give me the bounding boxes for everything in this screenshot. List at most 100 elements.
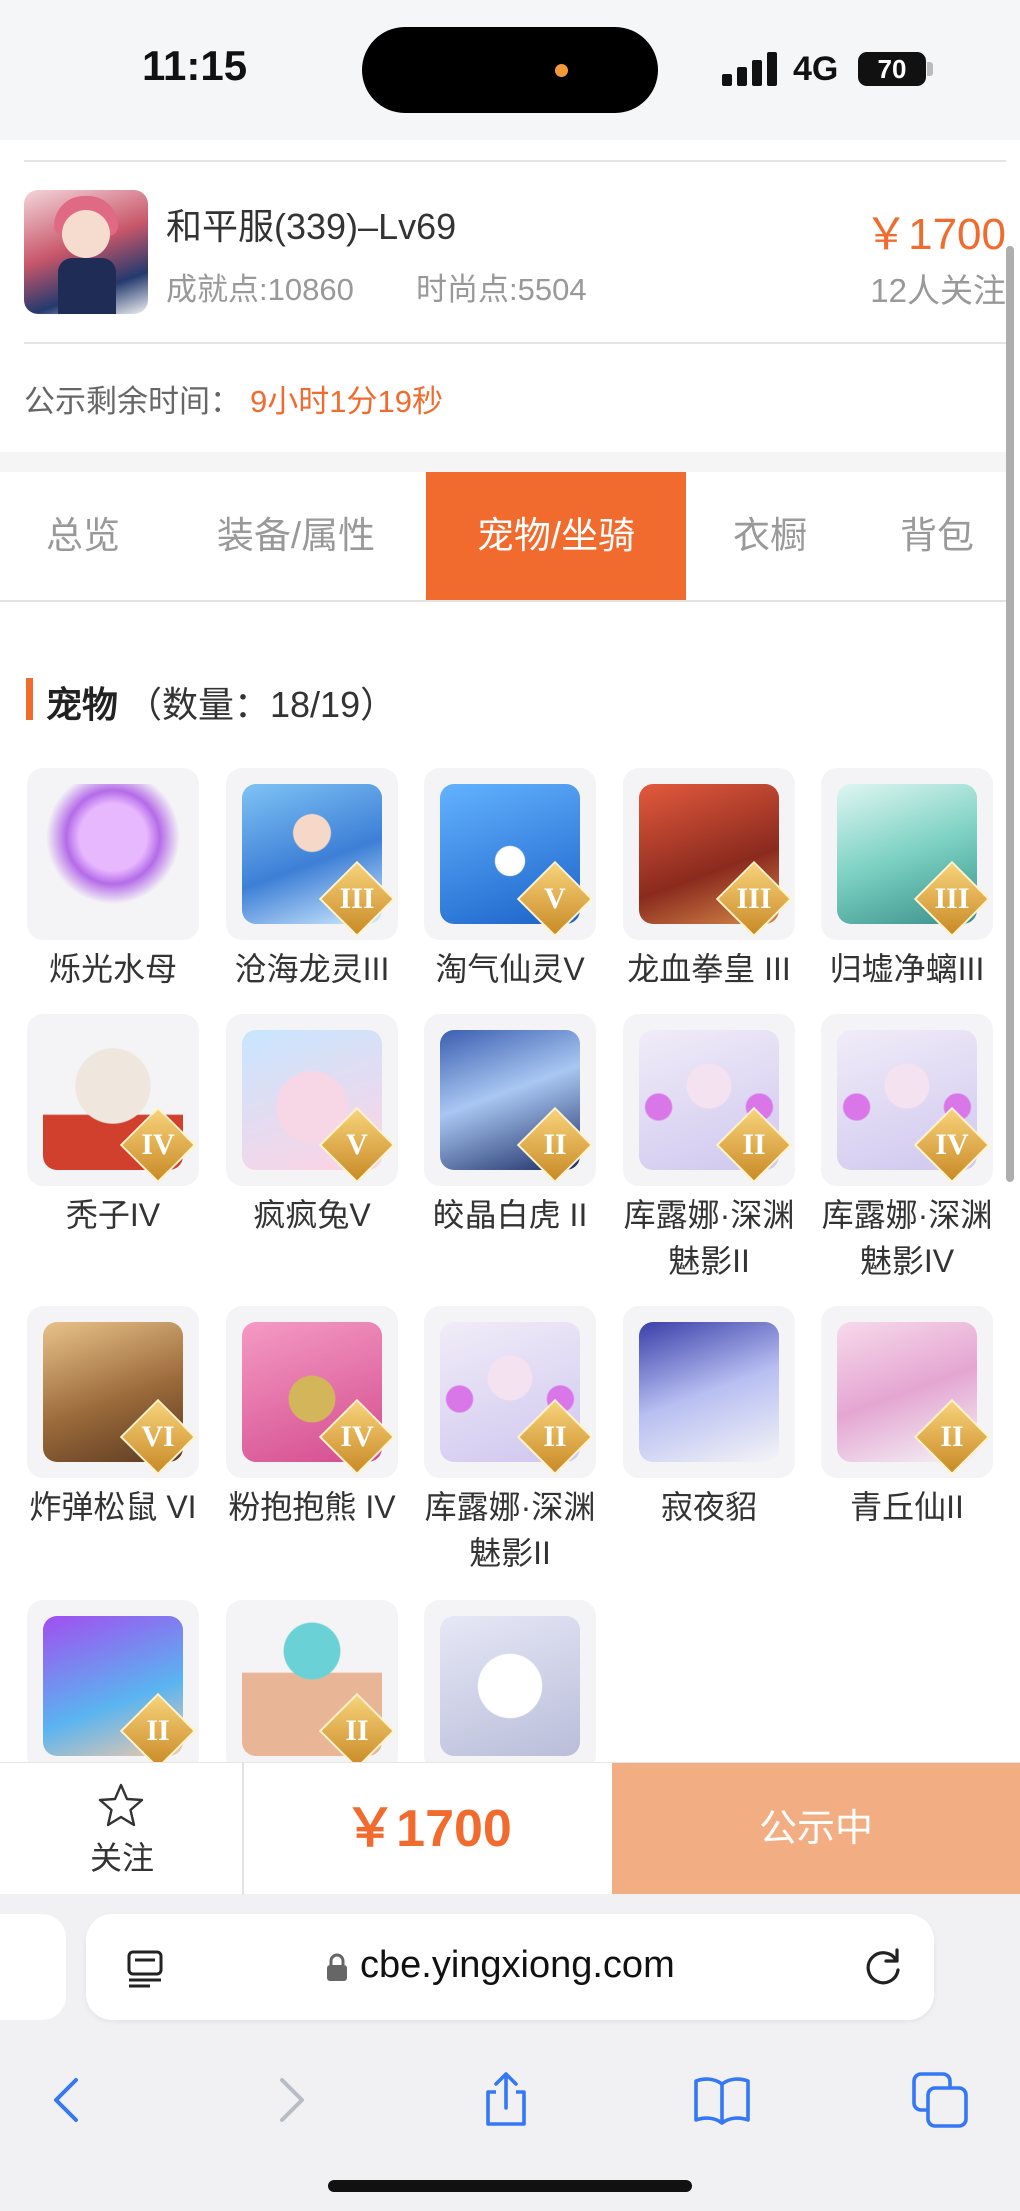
pet-name: 炸弹松鼠 VI <box>29 1489 197 1525</box>
pet-icon: II <box>821 1306 993 1478</box>
pet-name: 库露娜·深渊魅影II <box>623 1197 795 1279</box>
pet-artwork <box>440 1616 580 1756</box>
grade-label: IV <box>935 1128 969 1161</box>
pet-name: 沧海龙灵III <box>234 951 390 987</box>
grade-label: III <box>339 882 375 915</box>
tab-equipment[interactable]: 装备/属性 <box>166 472 426 600</box>
tabs-icon[interactable] <box>910 2070 970 2130</box>
battery-cap <box>927 62 933 76</box>
pet-icon: II <box>424 1014 596 1186</box>
reload-icon[interactable] <box>860 1944 906 1990</box>
cellular-signal-icon <box>722 52 778 86</box>
pet-icon <box>27 768 199 940</box>
product-header: 和平服(339)–Lv69 成就点:10860 时尚点:5504 ￥1700 1… <box>0 140 1006 452</box>
pet-artwork <box>639 1322 779 1462</box>
grade-label: III <box>736 882 772 915</box>
tab-pets-mounts[interactable]: 宠物/坐骑 <box>426 472 686 600</box>
pet-icon: IV <box>27 1014 199 1186</box>
countdown-label: 公示剩余时间： <box>24 384 241 419</box>
grade-label: II <box>345 1714 369 1747</box>
share-icon[interactable] <box>476 2070 536 2130</box>
network-type: 4G <box>793 50 839 88</box>
grade-label: II <box>543 1128 567 1161</box>
pet-name: 皎晶白虎 II <box>432 1197 588 1233</box>
pet-name: 归墟净螭III <box>829 951 985 987</box>
product-price: ￥1700 <box>864 210 1006 259</box>
pet-icon: II <box>226 1600 398 1772</box>
divider <box>24 160 1006 162</box>
pet-count: （数量：18/19） <box>126 684 397 725</box>
recording-indicator-icon <box>555 64 568 77</box>
countdown-value: 9小时1分19秒 <box>250 384 443 419</box>
pet-name: 烁光水母 <box>48 951 177 987</box>
pet-icon: II <box>623 1014 795 1186</box>
pet-artwork <box>43 784 183 924</box>
grade-label: V <box>544 882 566 915</box>
pet-icon: III <box>623 768 795 940</box>
pet-name: 秃子IV <box>65 1197 161 1233</box>
section-accent-bar <box>26 678 33 720</box>
bottom-price: ￥1700 <box>344 1800 512 1858</box>
browser-toolbar: cbe.yingxiong.com <box>0 1894 1020 2211</box>
tab-backpack[interactable]: 背包 <box>854 472 1020 600</box>
pet-icon: III <box>821 768 993 940</box>
pet-icon: V <box>424 768 596 940</box>
url-text: cbe.yingxiong.com <box>360 1944 675 1986</box>
grade-label: VI <box>141 1420 175 1453</box>
server-level: 和平服(339)–Lv69 <box>166 206 457 247</box>
grade-label: II <box>543 1420 567 1453</box>
home-indicator <box>328 2180 692 2192</box>
pet-icon <box>623 1306 795 1478</box>
pet-name: 寂夜貂 <box>660 1489 757 1525</box>
bookmarks-icon[interactable] <box>692 2070 752 2130</box>
battery-icon: 70 <box>858 52 926 86</box>
address-bar[interactable]: cbe.yingxiong.com <box>86 1914 934 2020</box>
grade-label: V <box>346 1128 368 1161</box>
character-avatar[interactable] <box>24 190 148 314</box>
star-icon <box>98 1783 144 1827</box>
pet-name: 龙血拳皇 III <box>627 951 791 987</box>
grade-label: III <box>934 882 970 915</box>
pet-icon: II <box>424 1306 596 1478</box>
pet-icon: IV <box>821 1014 993 1186</box>
pet-icon <box>424 1600 596 1772</box>
grade-label: II <box>940 1420 964 1453</box>
grade-label: IV <box>141 1128 175 1161</box>
grade-label: II <box>742 1128 766 1161</box>
status-bar: 11:15 4G 70 <box>0 0 1020 140</box>
pet-icon: V <box>226 1014 398 1186</box>
pet-icon: VI <box>27 1306 199 1478</box>
pet-icon: IV <box>226 1306 398 1478</box>
tab-overview[interactable]: 总览 <box>0 472 166 600</box>
tab-wardrobe[interactable]: 衣橱 <box>686 472 854 600</box>
pet-name: 粉抱抱熊 IV <box>228 1489 396 1525</box>
back-icon[interactable] <box>38 2070 98 2130</box>
pet-icon: III <box>226 768 398 940</box>
pet-icon: II <box>27 1600 199 1772</box>
section-gap <box>0 452 1006 472</box>
follow-button[interactable]: 关注 <box>0 1763 244 1895</box>
pet-name: 青丘仙II <box>850 1489 964 1525</box>
watcher-count: 12人关注 <box>870 272 1006 309</box>
previous-tab-preview[interactable] <box>0 1914 66 2020</box>
clock: 11:15 <box>142 42 248 89</box>
pet-name: 淘气仙灵V <box>435 951 585 987</box>
dynamic-island <box>362 27 658 113</box>
fashion-points: 时尚点:5504 <box>416 272 587 307</box>
page-scrollbar[interactable] <box>1006 246 1014 1182</box>
pet-name: 库露娜·深渊魅影IV <box>821 1197 993 1279</box>
grade-label: II <box>146 1714 170 1747</box>
follow-label: 关注 <box>89 1840 154 1876</box>
tab-bar: 总览 装备/属性 宠物/坐骑 衣橱 背包 <box>0 472 1006 602</box>
pet-name: 库露娜·深渊魅影II <box>424 1489 596 1571</box>
divider <box>24 342 1006 344</box>
public-display-button[interactable]: 公示中 <box>612 1763 1020 1895</box>
achievement-points: 成就点:10860 <box>166 272 354 307</box>
page-menu-icon[interactable] <box>126 1948 164 1988</box>
forward-icon[interactable] <box>260 2070 320 2130</box>
grade-label: IV <box>340 1420 374 1453</box>
action-bar: 关注 ￥1700 公示中 <box>0 1762 1020 1895</box>
section-name: 宠物 <box>46 684 119 725</box>
pet-name: 疯疯兔V <box>253 1197 371 1233</box>
lock-icon <box>327 1953 347 1981</box>
